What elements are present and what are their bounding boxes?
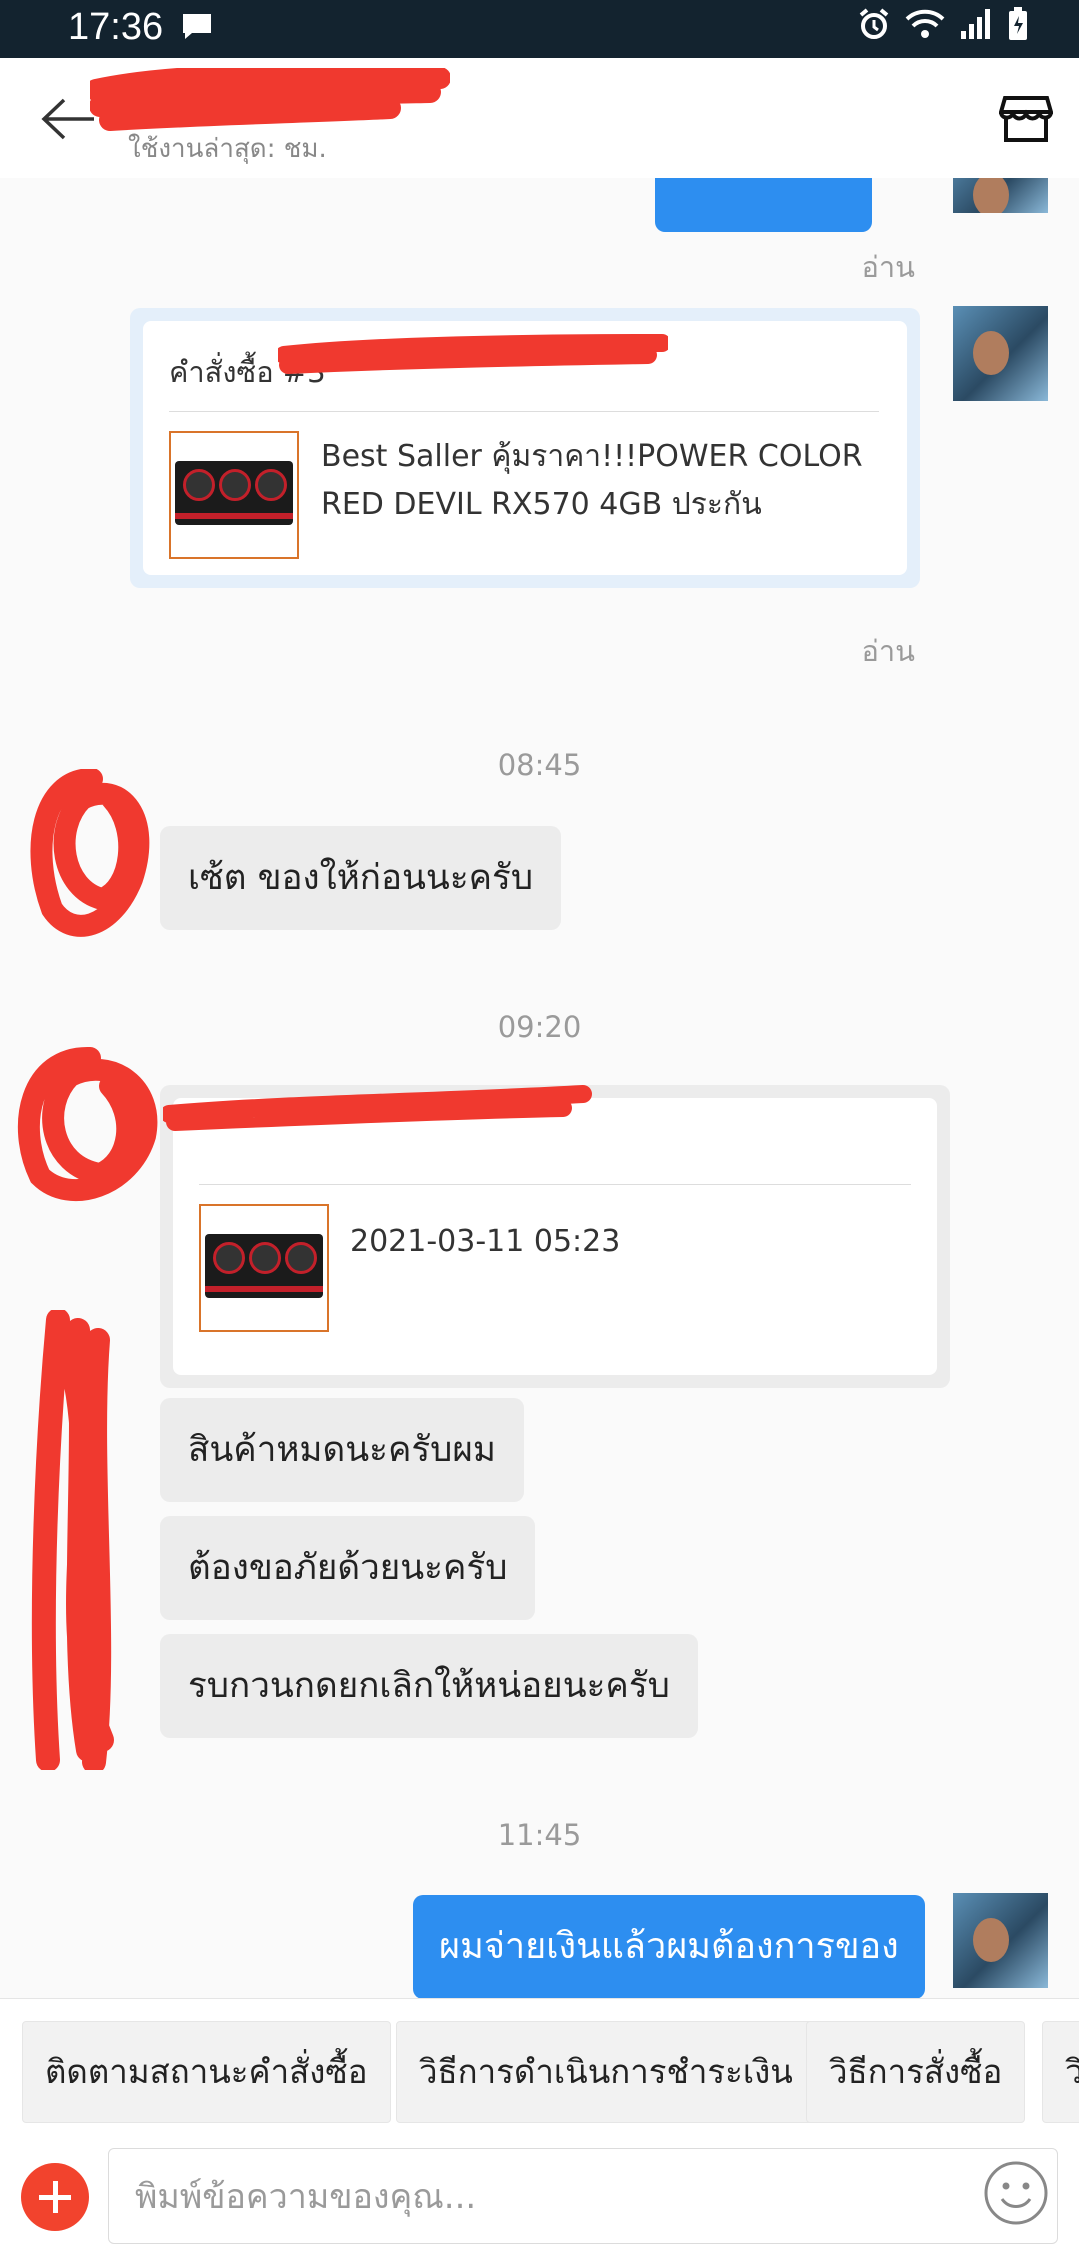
- last-seen-status: ใช้งานล่าสุด: ชม.: [128, 134, 327, 164]
- emoji-button[interactable]: [983, 2160, 1049, 2226]
- my-avatar: [953, 178, 1048, 213]
- redacted-seller-avatar: [30, 769, 150, 937]
- store-icon: [998, 96, 1054, 142]
- graphics-card-image: [205, 1234, 323, 1298]
- status-bar: 17:36: [0, 0, 1079, 58]
- timestamp: 09:20: [497, 1010, 582, 1044]
- product-thumbnail[interactable]: [199, 1204, 329, 1332]
- my-avatar: [953, 1893, 1048, 1988]
- quick-reply-more[interactable]: วิ: [1042, 2021, 1079, 2123]
- read-receipt: อ่าน: [861, 250, 915, 284]
- message-bubble-incoming[interactable]: เซ้ต ของให้ก่อนนะครับ: [160, 826, 562, 930]
- timestamp: 11:45: [497, 1818, 582, 1852]
- smiley-icon: [984, 2161, 1048, 2225]
- message-bubble-outgoing[interactable]: ผมจ่ายเงินแล้วผมต้องการของ: [413, 1895, 925, 1998]
- message-bubble-incoming[interactable]: ต้องขอภัยด้วยนะครับ: [160, 1516, 536, 1620]
- graphics-card-image: [175, 461, 293, 525]
- message-bubble-incoming[interactable]: สินค้าหมดนะครับผม: [160, 1398, 524, 1502]
- wifi-icon: [905, 7, 945, 45]
- battery-icon: [1007, 6, 1029, 46]
- shop-button[interactable]: [998, 94, 1054, 144]
- quick-reply-payment-method[interactable]: วิธีการดำเนินการชำระเงิน: [396, 2021, 816, 2123]
- message-bubble-outgoing[interactable]: [655, 178, 872, 232]
- quick-reply-track-order[interactable]: ติดตามสถานะคำสั่งซื้อ: [22, 2021, 391, 2123]
- product-card[interactable]: 2021-03-11 05:23: [160, 1085, 950, 1388]
- timestamp: 08:45: [497, 748, 582, 782]
- card-divider: [169, 411, 879, 412]
- redacted-seller-avatar: [17, 1046, 158, 1202]
- message-input-bar: พิมพ์ข้อความของคุณ...: [0, 2138, 1079, 2255]
- status-time: 17:36: [68, 6, 164, 48]
- product-title[interactable]: Best Saller คุ้มราคา!!!POWER COLOR RED D…: [321, 433, 881, 529]
- chat-header: ใช้งานล่าสุด: ชม.: [0, 58, 1079, 178]
- add-attachment-button[interactable]: [21, 2163, 89, 2231]
- order-number: คำสั่งซื้อ #3: [169, 355, 326, 389]
- read-receipt: อ่าน: [861, 634, 915, 668]
- order-card[interactable]: คำสั่งซื้อ #3 Best Saller คุ้มราคา!!!POW…: [130, 308, 920, 588]
- redacted-seller-avatar: [31, 1310, 114, 1770]
- chat-messages[interactable]: อ่าน คำสั่งซื้อ #3 Best Saller คุ้มราคา!…: [0, 178, 1079, 1998]
- redacted-order-number: [278, 334, 668, 374]
- signal-icon: [959, 7, 993, 45]
- message-notification-icon: [180, 12, 214, 46]
- my-avatar: [953, 306, 1048, 401]
- redacted-order-number: [163, 1085, 592, 1131]
- product-thumbnail[interactable]: [169, 431, 299, 559]
- card-divider: [199, 1184, 911, 1185]
- message-bubble-incoming[interactable]: รบกวนกดยกเลิกให้หน่อยนะครับ: [160, 1634, 698, 1738]
- message-input[interactable]: พิมพ์ข้อความของคุณ...: [108, 2148, 1058, 2244]
- quick-reply-how-to-order[interactable]: วิธีการสั่งซื้อ: [806, 2021, 1026, 2123]
- quick-replies-bar[interactable]: ติดตามสถานะคำสั่งซื้อ วิธีการดำเนินการชำ…: [0, 1998, 1079, 2139]
- alarm-icon: [857, 7, 891, 45]
- order-date: 2021-03-11 05:23: [350, 1224, 621, 1259]
